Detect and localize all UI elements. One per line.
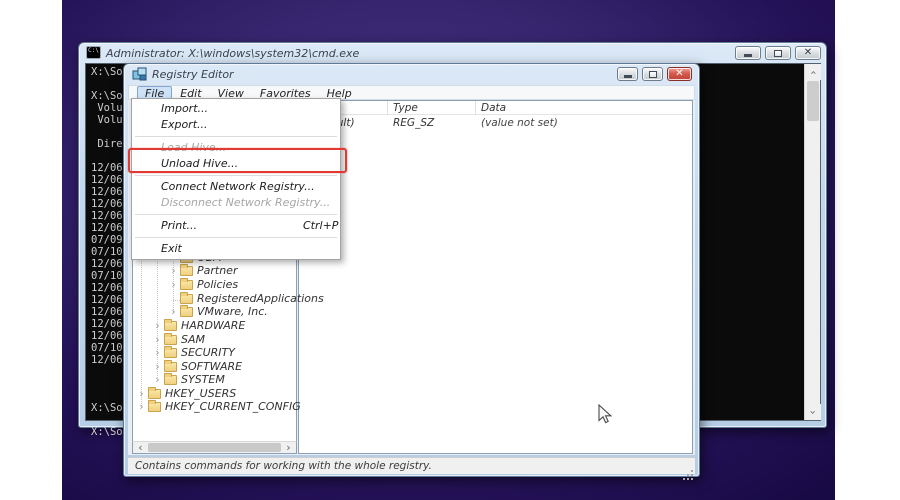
tree-item-label: HARDWARE bbox=[181, 319, 245, 332]
folder-icon bbox=[180, 280, 193, 290]
tree-item-sam[interactable]: › SAM bbox=[131, 333, 205, 346]
tree-item-label: SOFTWARE bbox=[181, 360, 242, 373]
menu-item-print[interactable]: Print... Ctrl+P bbox=[132, 218, 340, 234]
tree-item-label: HKEY_USERS bbox=[165, 387, 236, 400]
tree-item-policies[interactable]: › Policies bbox=[131, 278, 238, 291]
regedit-maximize-button[interactable] bbox=[642, 67, 663, 81]
cmd-vertical-scrollbar[interactable]: › › bbox=[804, 64, 820, 420]
expander-icon[interactable]: › bbox=[151, 374, 164, 385]
maximize-icon bbox=[774, 50, 782, 57]
folder-icon bbox=[148, 389, 161, 399]
menu-separator bbox=[132, 172, 340, 179]
regedit-minimize-button[interactable] bbox=[617, 67, 638, 81]
menu-separator bbox=[132, 234, 340, 241]
minimize-icon bbox=[744, 54, 752, 57]
tree-item-hkey-current-config[interactable]: › HKEY_CURRENT_CONFIG bbox=[131, 400, 301, 413]
mouse-cursor-icon bbox=[598, 404, 612, 424]
tree-item-security[interactable]: › SECURITY bbox=[131, 346, 235, 359]
expander-icon[interactable]: › bbox=[151, 320, 164, 331]
file-menu-dropdown: Import... Export... Load Hive... Unload … bbox=[131, 98, 341, 260]
minimize-icon bbox=[624, 75, 632, 78]
regedit-window-title: Registry Editor bbox=[152, 68, 234, 81]
menu-item-export[interactable]: Export... bbox=[132, 117, 340, 133]
value-type: REG_SZ bbox=[393, 117, 434, 129]
maximize-icon bbox=[649, 71, 657, 78]
regedit-titlebar[interactable]: Registry Editor ✕ bbox=[124, 64, 699, 84]
column-separator[interactable] bbox=[387, 101, 388, 115]
tree-item-software[interactable]: › SOFTWARE bbox=[131, 360, 242, 373]
regedit-icon bbox=[132, 67, 147, 81]
menu-item-disconnect-network-registry: Disconnect Network Registry... bbox=[132, 195, 340, 211]
status-bar: Contains commands for working with the w… bbox=[128, 457, 695, 474]
tree-item-label: VMware, Inc. bbox=[197, 305, 268, 318]
status-text: Contains commands for working with the w… bbox=[135, 460, 432, 472]
tree-item-label: SECURITY bbox=[181, 346, 235, 359]
tree-item-label: HKEY_CURRENT_CONFIG bbox=[165, 400, 301, 413]
expander-icon[interactable]: › bbox=[151, 334, 164, 345]
tree-item-partner[interactable]: › Partner bbox=[131, 264, 237, 277]
scroll-right-icon[interactable]: › bbox=[282, 442, 295, 453]
menu-item-connect-network-registry[interactable]: Connect Network Registry... bbox=[132, 179, 340, 195]
expander-icon[interactable]: › bbox=[151, 361, 164, 372]
expander-icon[interactable]: › bbox=[151, 347, 164, 358]
cmd-minimize-button[interactable] bbox=[735, 46, 761, 60]
tree-item-vmware[interactable]: › VMware, Inc. bbox=[131, 305, 268, 318]
cmd-window-title: Administrator: X:\windows\system32\cmd.e… bbox=[106, 47, 359, 60]
column-header-data[interactable]: Data bbox=[481, 102, 506, 114]
tree-horizontal-scrollbar[interactable]: ‹ › bbox=[132, 441, 297, 454]
value-row-default[interactable]: (Default) REG_SZ (value not set) bbox=[299, 117, 692, 130]
scroll-up-icon[interactable]: › bbox=[805, 64, 821, 80]
expander-icon[interactable]: › bbox=[167, 306, 180, 317]
cmd-icon bbox=[86, 46, 101, 59]
expander-icon[interactable]: › bbox=[135, 388, 148, 399]
menu-item-import[interactable]: Import... bbox=[132, 101, 340, 117]
cmd-scrollbar-thumb[interactable] bbox=[807, 81, 819, 121]
cmd-maximize-button[interactable] bbox=[765, 46, 791, 60]
tree-item-label: SAM bbox=[181, 333, 205, 346]
folder-icon bbox=[148, 402, 161, 412]
regedit-close-button[interactable]: ✕ bbox=[667, 67, 692, 81]
folder-icon bbox=[164, 375, 177, 385]
annotation-highlight-box bbox=[128, 148, 347, 173]
column-separator[interactable] bbox=[475, 101, 476, 115]
tree-item-label: Policies bbox=[197, 278, 238, 291]
folder-icon bbox=[180, 294, 193, 304]
folder-icon bbox=[164, 362, 177, 372]
tree-item-hardware[interactable]: › HARDWARE bbox=[131, 319, 245, 332]
folder-icon bbox=[164, 335, 177, 345]
tree-item-hkey-users[interactable]: › HKEY_USERS bbox=[131, 387, 236, 400]
expander-icon[interactable]: › bbox=[135, 401, 148, 412]
tree-item-registeredapplications[interactable]: ›RegisteredApplications bbox=[131, 292, 324, 305]
tree-item-label: Partner bbox=[197, 264, 237, 277]
resize-grip-icon[interactable] bbox=[691, 470, 693, 472]
scroll-down-icon[interactable]: › bbox=[805, 404, 821, 420]
cmd-close-button[interactable]: ✕ bbox=[795, 46, 821, 60]
screenshot-stage: Administrator: X:\windows\system32\cmd.e… bbox=[0, 0, 900, 500]
menu-item-exit[interactable]: Exit bbox=[132, 241, 340, 257]
expander-icon[interactable]: › bbox=[167, 279, 180, 290]
folder-icon bbox=[180, 266, 193, 276]
value-data: (value not set) bbox=[481, 117, 558, 129]
folder-icon bbox=[164, 321, 177, 331]
tree-scrollbar-thumb[interactable] bbox=[148, 443, 281, 452]
menu-separator bbox=[132, 211, 340, 218]
close-icon: ✕ bbox=[804, 48, 812, 58]
expander-icon[interactable]: › bbox=[167, 265, 180, 276]
folder-icon bbox=[180, 307, 193, 317]
close-icon: ✕ bbox=[675, 69, 683, 79]
column-header-type[interactable]: Type bbox=[393, 102, 418, 114]
value-list-header: Name Type Data bbox=[299, 101, 692, 115]
tree-item-label: RegisteredApplications bbox=[197, 292, 324, 305]
menu-item-label: Print... bbox=[161, 219, 197, 232]
registry-value-pane[interactable]: Name Type Data (Default) REG_SZ (value n… bbox=[298, 100, 693, 454]
cmd-titlebar[interactable]: Administrator: X:\windows\system32\cmd.e… bbox=[79, 43, 826, 63]
scroll-left-icon[interactable]: ‹ bbox=[134, 442, 147, 453]
menu-shortcut: Ctrl+P bbox=[303, 218, 338, 234]
menu-separator bbox=[132, 133, 340, 140]
tree-item-label: SYSTEM bbox=[181, 373, 225, 386]
tree-item-system[interactable]: › SYSTEM bbox=[131, 373, 225, 386]
folder-icon bbox=[164, 348, 177, 358]
